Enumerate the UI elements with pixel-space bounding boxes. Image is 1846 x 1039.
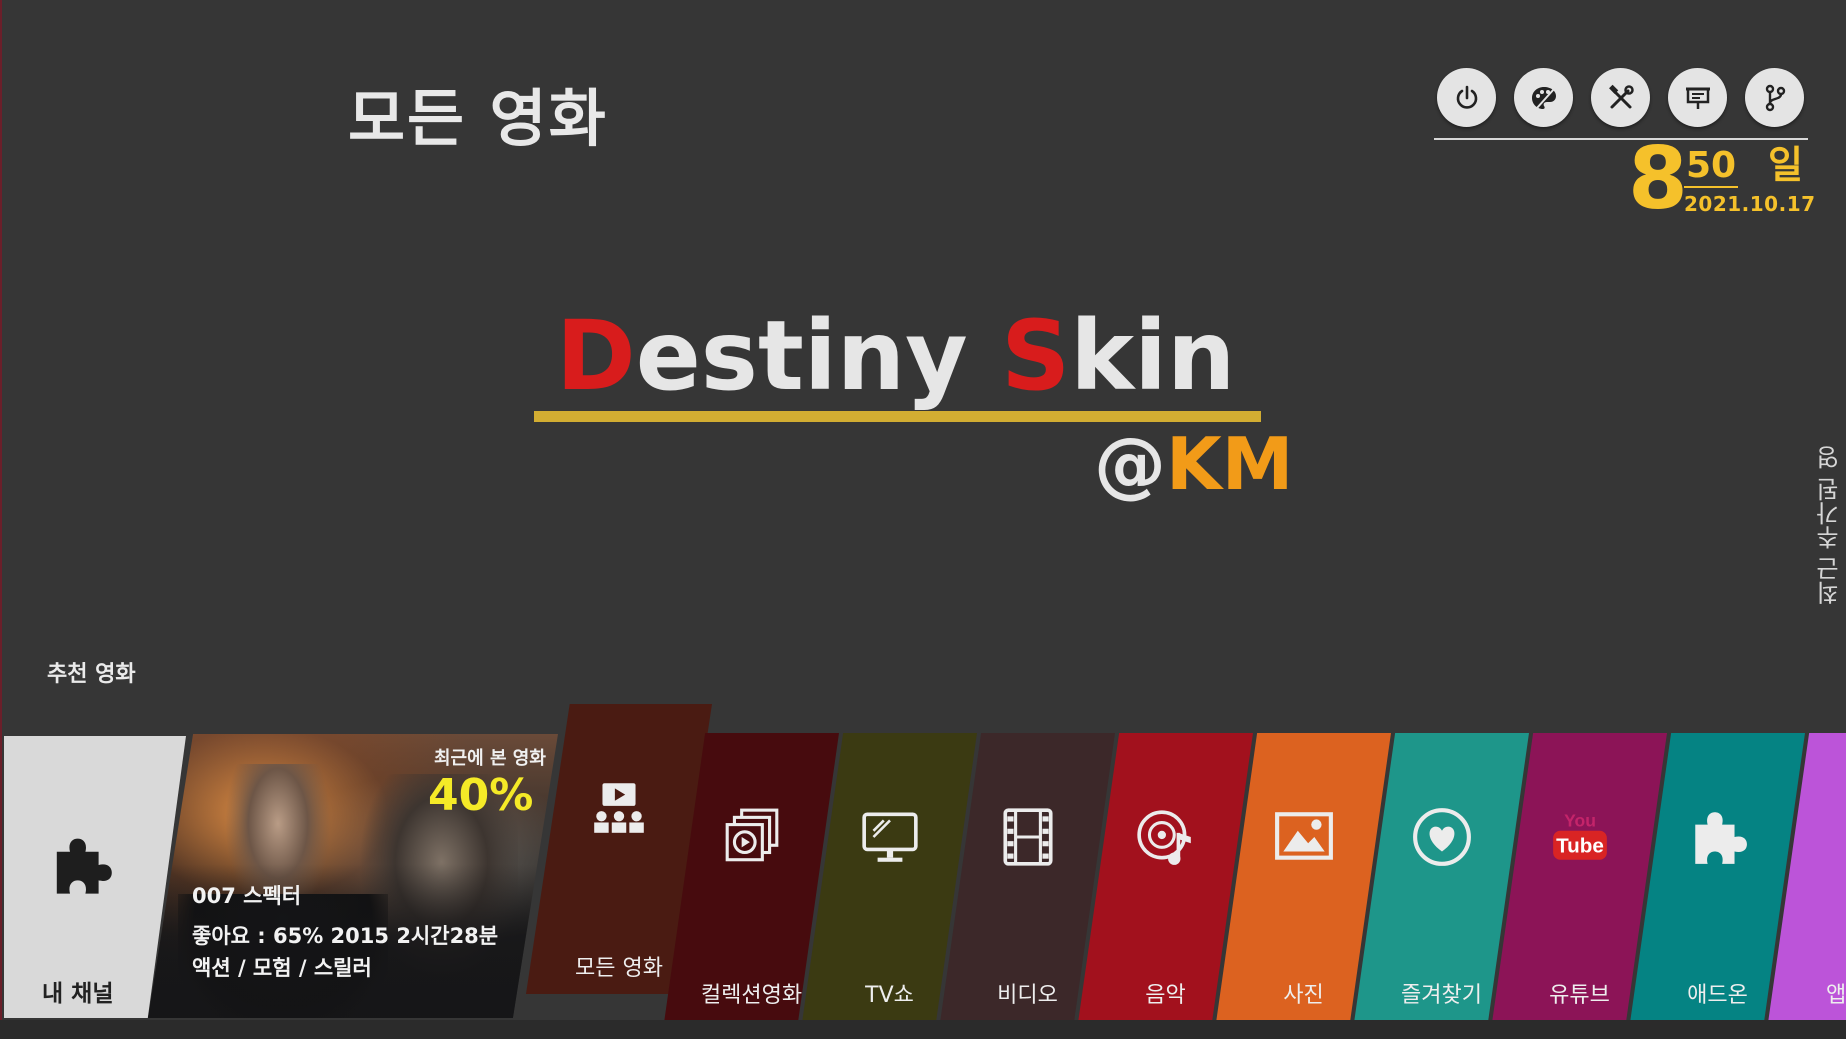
destiny-skin-logo: Destiny Skin: [556, 308, 1235, 404]
logo-word-estiny: estiny: [635, 300, 968, 412]
clock-weekday: 일: [1768, 143, 1803, 187]
branch-button[interactable]: [1745, 68, 1804, 127]
svg-text:You: You: [1564, 811, 1596, 831]
addon-icon: [1694, 812, 1747, 865]
collection-icon: [725, 808, 778, 862]
logo-author: @KM: [1094, 428, 1293, 500]
palette-icon: [1531, 86, 1556, 109]
music-icon: [1136, 810, 1191, 866]
puzzle-icon: [56, 838, 112, 894]
logo-letter-d: D: [556, 300, 636, 412]
my-channel-label: 내 채널: [42, 981, 114, 1007]
cinema-icon: [594, 783, 644, 834]
tile-label: 앱: [1826, 983, 1846, 1008]
clock-widget: 8 50 일 2021.10.17: [1628, 136, 1828, 230]
logo-word-kin: kin: [1070, 300, 1236, 412]
logo-km: KM: [1166, 422, 1294, 506]
power-icon: [1456, 85, 1477, 109]
power-button[interactable]: [1437, 68, 1496, 127]
film-icon: [1002, 808, 1053, 867]
recent-movie-info: 좋아요 : 65% 2015 2시간28분: [192, 924, 499, 948]
app-icon: [1842, 806, 1846, 868]
recent-movie-genre: 액션 / 모험 / 스릴러: [192, 956, 372, 980]
clock-date: 2021.10.17: [1684, 192, 1816, 216]
recommended-movies-label: 추천 영화: [47, 662, 136, 687]
heart-icon: [1412, 808, 1471, 867]
photo-icon: [1274, 812, 1333, 861]
branch-icon: [1765, 84, 1785, 111]
launcher-screen: 모든 영화 8 50 일 2021.10.17 Destiny Skin @KM…: [0, 0, 1846, 1039]
recently-added-label[interactable]: 최근 추가된 영화: [1812, 440, 1846, 610]
clock-minute: 50: [1684, 145, 1739, 188]
recent-movie-caption: 최근에 본 영화: [434, 748, 546, 769]
tools-button[interactable]: [1591, 68, 1650, 127]
logo-underline: [534, 411, 1261, 422]
youtube-icon: You Tube: [1552, 811, 1607, 861]
theme-button[interactable]: [1514, 68, 1573, 127]
top-button-bar: [1437, 68, 1804, 127]
tv-icon: [861, 812, 918, 863]
page-title: 모든 영화: [348, 82, 608, 155]
logo-letter-s: S: [1001, 300, 1071, 412]
presentation-button[interactable]: [1668, 68, 1727, 127]
logo-at-symbol: @: [1094, 422, 1166, 506]
tools-icon: [1608, 84, 1634, 108]
svg-text:Tube: Tube: [1556, 835, 1604, 858]
recent-movie-title: 007 스펙터: [192, 884, 302, 908]
clock-hour: 8: [1628, 129, 1688, 229]
recent-movie-progress: 40%: [428, 770, 534, 821]
bottom-strip: [0, 1020, 1846, 1039]
presentation-icon: [1685, 87, 1710, 109]
